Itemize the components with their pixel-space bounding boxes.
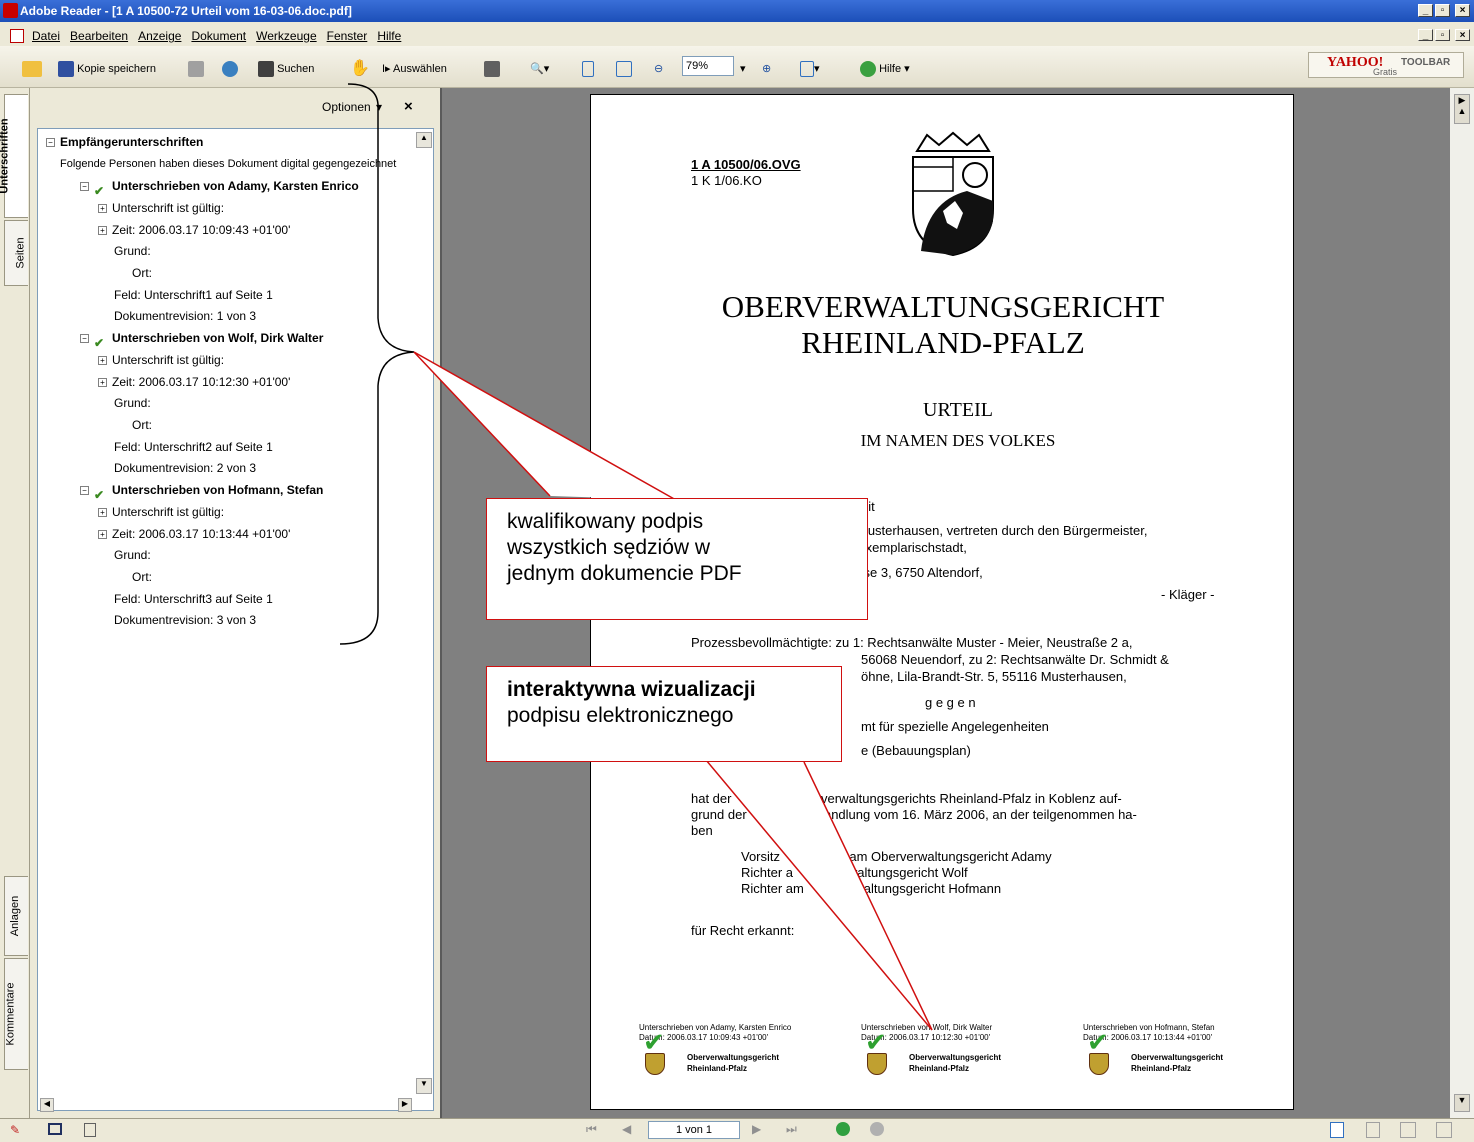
last-page-icon[interactable]: ⏭	[786, 1122, 797, 1137]
callout-text: interaktywna wizualizacji	[507, 678, 756, 701]
callout-qualified-signature: kwalifikowany podpis wszystkich sędziów …	[486, 498, 868, 620]
first-page-icon[interactable]: ⏮	[586, 1122, 597, 1137]
status-bar: ✎ ⏮ ◀ 1 von 1 ▶ ⏭	[0, 1118, 1474, 1142]
forward-icon[interactable]	[870, 1122, 884, 1136]
callout-interactive-visualization: interaktywna wizualizacji podpisu elektr…	[486, 666, 842, 762]
continuous-facing-icon[interactable]	[1436, 1122, 1452, 1138]
callout-text: jednym dokumencie PDF	[507, 562, 742, 585]
facing-icon[interactable]	[1400, 1122, 1416, 1138]
screen-icon[interactable]	[48, 1123, 62, 1135]
callout-text: podpisu elektronicznego	[507, 704, 734, 727]
next-page-icon[interactable]: ▶	[752, 1122, 761, 1136]
callout-text: wszystkich sędziów w	[507, 536, 711, 559]
single-page-icon[interactable]	[1330, 1122, 1344, 1138]
pen-icon[interactable]: ✎	[10, 1123, 20, 1137]
page-number-input[interactable]: 1 von 1	[648, 1121, 740, 1139]
callout-text: kwalifikowany podpis	[507, 510, 704, 533]
back-icon[interactable]	[836, 1122, 850, 1136]
page-icon[interactable]	[84, 1123, 96, 1137]
previous-page-icon[interactable]: ◀	[622, 1122, 631, 1136]
continuous-icon[interactable]	[1366, 1122, 1380, 1138]
